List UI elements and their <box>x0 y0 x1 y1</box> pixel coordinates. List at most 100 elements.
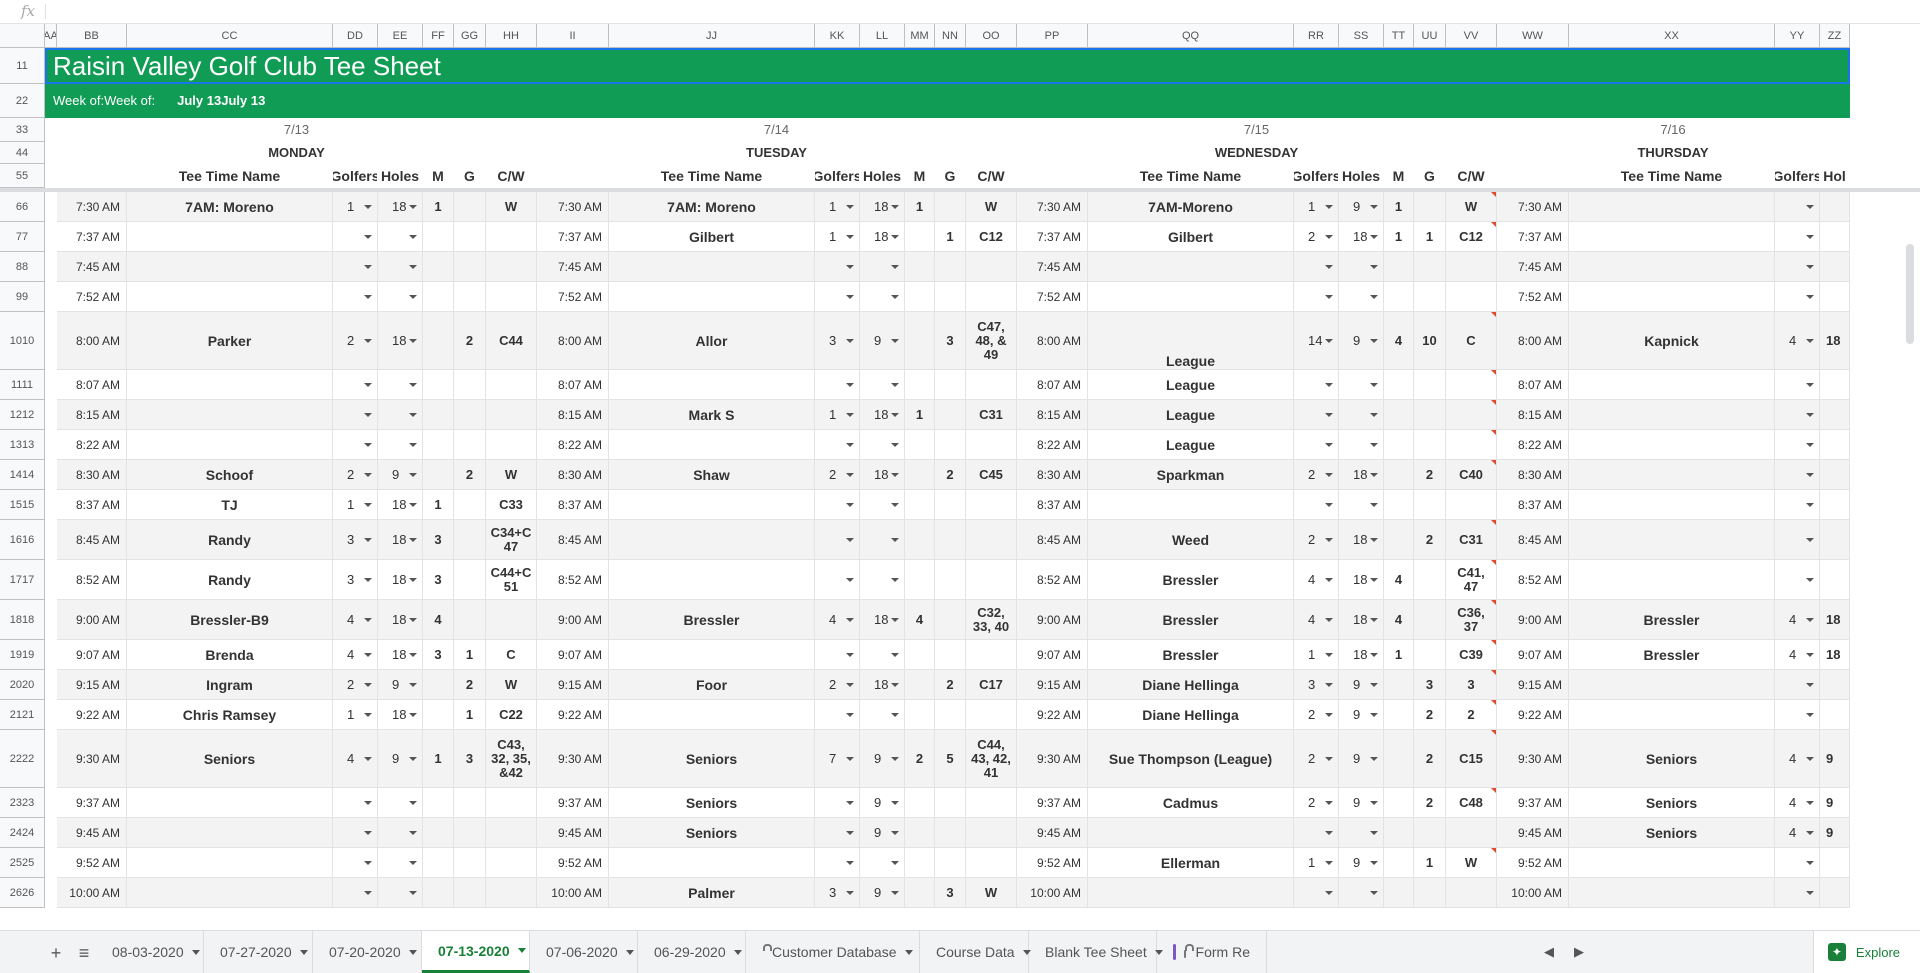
members-count[interactable] <box>905 640 935 670</box>
holes-dropdown[interactable]: 18 <box>1339 640 1384 670</box>
tee-time-name[interactable]: Ellerman <box>1088 848 1294 878</box>
golfers-dropdown[interactable]: 1 <box>815 400 860 430</box>
guests-count[interactable] <box>935 192 966 222</box>
tee-time[interactable]: 8:07 AM <box>57 370 127 400</box>
guests-count[interactable] <box>454 252 486 282</box>
holes-dropdown[interactable] <box>1820 670 1850 700</box>
tee-time[interactable]: 8:22 AM <box>537 430 609 460</box>
cart-walk[interactable] <box>966 490 1017 520</box>
dropdown-arrow-icon[interactable] <box>1370 234 1378 239</box>
cart-walk[interactable]: C31 <box>1446 520 1497 560</box>
comment-marker-icon[interactable] <box>1491 312 1496 317</box>
tee-time[interactable]: 8:52 AM <box>1017 560 1088 600</box>
dropdown-arrow-icon[interactable] <box>364 537 372 542</box>
holes-dropdown[interactable] <box>1820 282 1850 312</box>
guests-count[interactable] <box>935 848 966 878</box>
all-sheets-button[interactable]: ≡ <box>72 941 96 965</box>
dropdown-arrow-icon[interactable] <box>1325 338 1333 343</box>
row-header[interactable]: 1212 <box>0 400 45 430</box>
tee-time[interactable]: 8:52 AM <box>57 560 127 600</box>
members-count[interactable]: 1 <box>1384 640 1414 670</box>
golfers-dropdown[interactable] <box>815 430 860 460</box>
tee-time-name[interactable] <box>1569 460 1775 490</box>
dropdown-arrow-icon[interactable] <box>891 294 899 299</box>
holes-dropdown[interactable] <box>1339 282 1384 312</box>
tee-time-name[interactable] <box>1569 222 1775 252</box>
members-count[interactable] <box>905 700 935 730</box>
holes-dropdown[interactable]: 9 <box>1339 312 1384 370</box>
cart-walk[interactable]: W <box>486 460 537 490</box>
dropdown-arrow-icon[interactable] <box>891 577 899 582</box>
column-header[interactable]: YY <box>1775 24 1820 48</box>
dropdown-arrow-icon[interactable] <box>1370 830 1378 835</box>
cart-walk[interactable]: C17 <box>966 670 1017 700</box>
golfers-dropdown[interactable] <box>1294 282 1339 312</box>
tab-menu-arrow-icon[interactable] <box>191 949 200 955</box>
guests-count[interactable] <box>935 818 966 848</box>
tee-time[interactable]: 9:15 AM <box>1017 670 1088 700</box>
golfers-dropdown[interactable] <box>815 282 860 312</box>
sheet-tab[interactable]: 08-03-2020 <box>96 931 204 973</box>
tee-time[interactable]: 9:15 AM <box>57 670 127 700</box>
guests-count[interactable] <box>935 600 966 640</box>
tab-menu-arrow-icon[interactable] <box>299 949 308 955</box>
cart-walk[interactable] <box>486 430 537 460</box>
cart-walk[interactable]: C12 <box>966 222 1017 252</box>
guests-count[interactable] <box>935 788 966 818</box>
golfers-dropdown[interactable]: 1 <box>1294 848 1339 878</box>
dropdown-arrow-icon[interactable] <box>364 294 372 299</box>
tee-time-name[interactable]: League <box>1088 430 1294 460</box>
tee-time[interactable]: 8:52 AM <box>1497 560 1569 600</box>
dropdown-arrow-icon[interactable] <box>364 890 372 895</box>
tee-time-name[interactable] <box>1569 878 1775 908</box>
guests-count[interactable]: 2 <box>1414 700 1446 730</box>
tee-time[interactable]: 8:30 AM <box>1017 460 1088 490</box>
dropdown-arrow-icon[interactable] <box>1806 204 1814 209</box>
holes-dropdown[interactable]: 9 <box>1820 788 1850 818</box>
tee-time[interactable]: 7:45 AM <box>1497 252 1569 282</box>
column-header[interactable]: QQ <box>1088 24 1294 48</box>
members-count[interactable]: 1 <box>905 192 935 222</box>
holes-dropdown[interactable] <box>860 430 905 460</box>
golfers-dropdown[interactable] <box>333 430 378 460</box>
holes-dropdown[interactable]: 9 <box>1339 730 1384 788</box>
cart-walk[interactable] <box>966 430 1017 460</box>
tee-time-name[interactable]: Diane Hellinga <box>1088 670 1294 700</box>
holes-dropdown[interactable]: 9 <box>860 878 905 908</box>
tee-time[interactable]: 8:00 AM <box>1017 312 1088 370</box>
members-count[interactable] <box>905 312 935 370</box>
dropdown-arrow-icon[interactable] <box>891 338 899 343</box>
cart-walk[interactable] <box>486 222 537 252</box>
dropdown-arrow-icon[interactable] <box>891 204 899 209</box>
tee-time-name[interactable]: League <box>1088 400 1294 430</box>
guests-count[interactable] <box>935 640 966 670</box>
tee-time-name[interactable]: Bressler <box>609 600 815 640</box>
holes-dropdown[interactable]: 18 <box>1339 460 1384 490</box>
golfers-dropdown[interactable]: 2 <box>1294 222 1339 252</box>
dropdown-arrow-icon[interactable] <box>891 800 899 805</box>
guests-count[interactable] <box>935 282 966 312</box>
holes-dropdown[interactable] <box>860 252 905 282</box>
column-header[interactable]: FF <box>423 24 454 48</box>
holes-dropdown[interactable] <box>378 400 423 430</box>
golfers-dropdown[interactable] <box>1775 370 1820 400</box>
dropdown-arrow-icon[interactable] <box>409 800 417 805</box>
column-header[interactable]: BB <box>57 24 127 48</box>
holes-dropdown[interactable]: 18 <box>378 600 423 640</box>
tee-time[interactable]: 9:30 AM <box>1497 730 1569 788</box>
dropdown-arrow-icon[interactable] <box>409 234 417 239</box>
cart-walk[interactable]: C22 <box>486 700 537 730</box>
dropdown-arrow-icon[interactable] <box>1370 756 1378 761</box>
tee-time[interactable]: 8:30 AM <box>537 460 609 490</box>
row-header[interactable]: 2121 <box>0 700 45 730</box>
spreadsheet-grid[interactable]: AABBCCDDEEFFGGHHIIJJKKLLMMNNOOPPQQRRSSTT… <box>0 24 1920 926</box>
holes-dropdown[interactable]: 18 <box>860 400 905 430</box>
golfers-dropdown[interactable] <box>1775 282 1820 312</box>
dropdown-arrow-icon[interactable] <box>364 860 372 865</box>
cart-walk[interactable]: W <box>486 670 537 700</box>
cart-walk[interactable] <box>966 700 1017 730</box>
dropdown-arrow-icon[interactable] <box>1370 382 1378 387</box>
cart-walk[interactable]: C15 <box>1446 730 1497 788</box>
golfers-dropdown[interactable] <box>333 878 378 908</box>
members-count[interactable] <box>905 788 935 818</box>
